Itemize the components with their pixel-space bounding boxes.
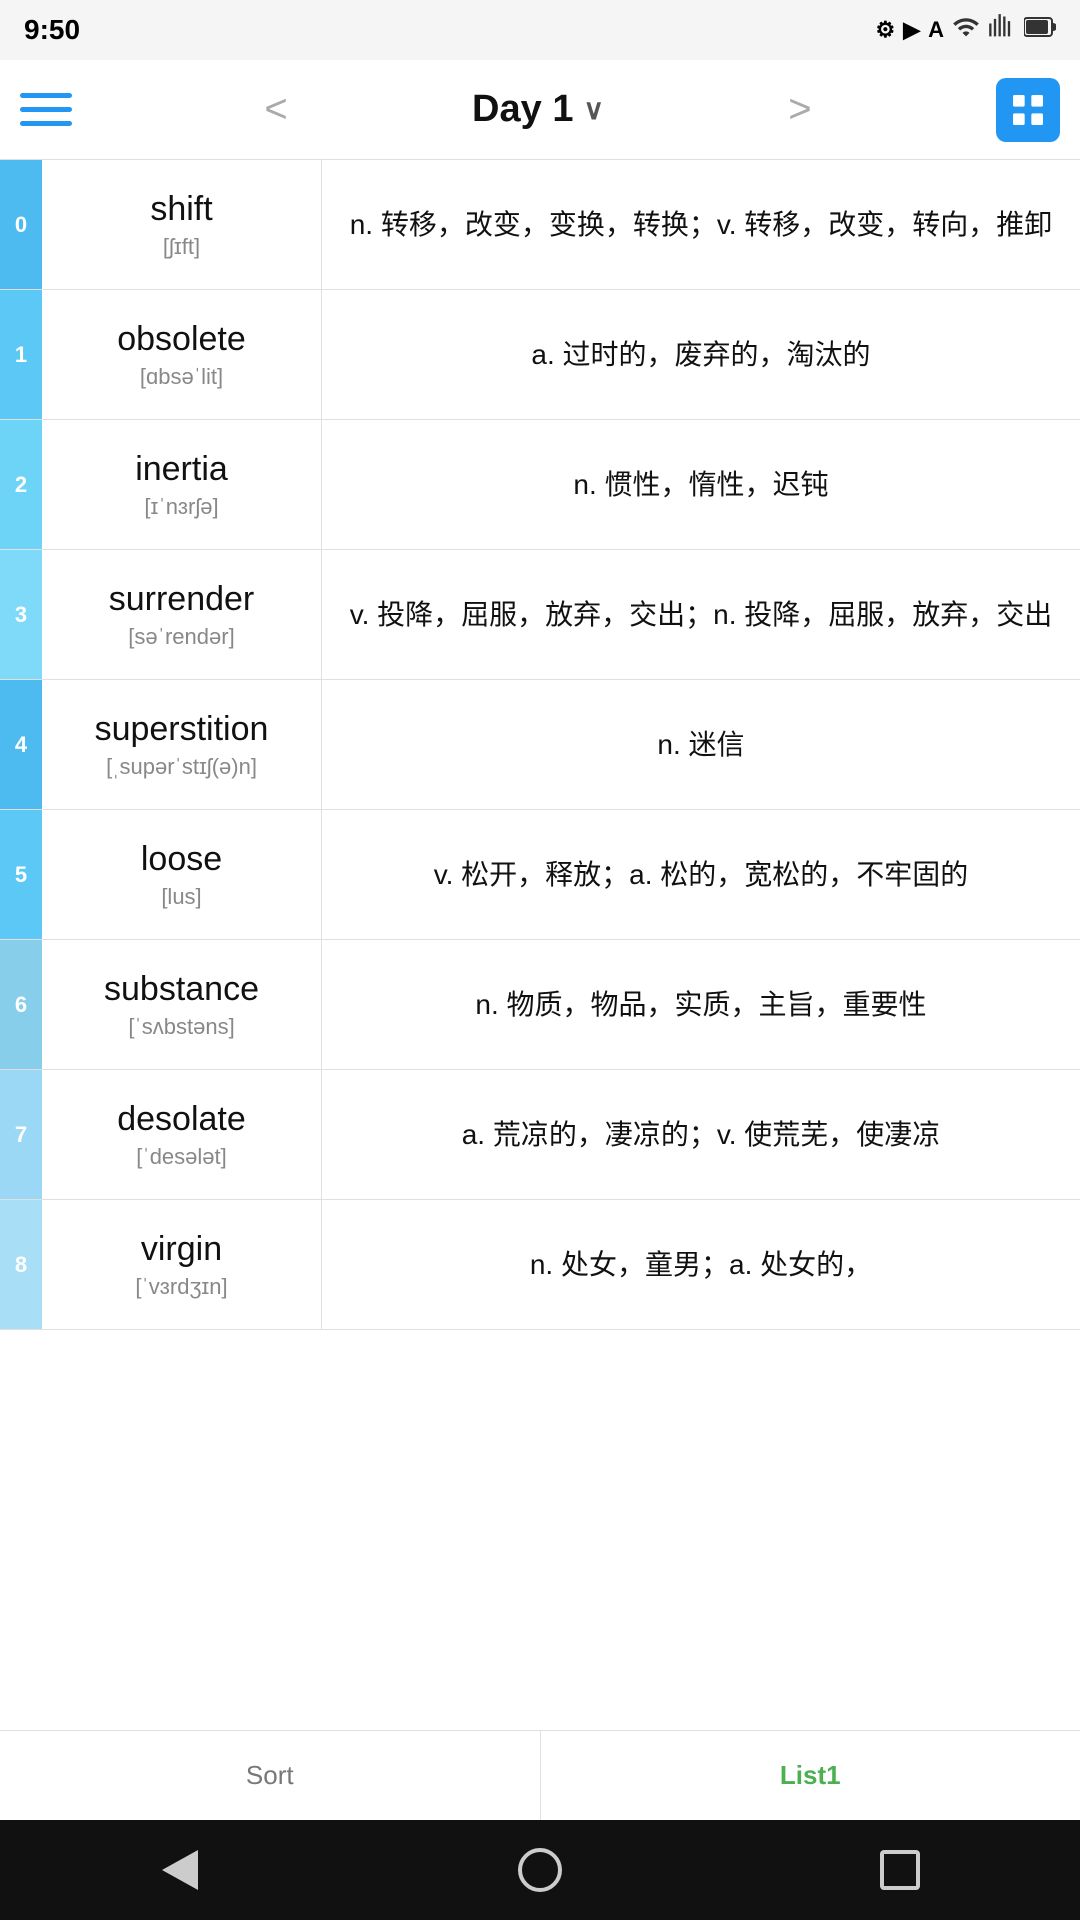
settings-icon: ⚙ [875, 17, 895, 43]
word-text: virgin [141, 1230, 222, 1269]
recent-button[interactable] [870, 1840, 930, 1900]
word-row[interactable]: 0 shift [ʃɪft] n. 转移，改变，变换，转换；v. 转移，改变，转向，推… [0, 160, 1080, 290]
word-text: obsolete [117, 320, 246, 359]
grid-icon [1008, 90, 1048, 130]
word-definition: n. 迷信 [322, 680, 1080, 809]
word-phonetic: [lus] [161, 884, 201, 910]
tab-item-list1[interactable]: List1 [541, 1731, 1080, 1820]
word-phonetic: [ʃɪft] [163, 234, 200, 260]
word-definition: a. 荒凉的，凄凉的；v. 使荒芜，使凄凉 [322, 1070, 1080, 1199]
prev-day-button[interactable]: < [254, 77, 297, 142]
word-phonetic: [ˈvɜrdʒɪn] [135, 1274, 227, 1300]
word-definition: n. 处女，童男；a. 处女的， [322, 1200, 1080, 1329]
word-text: shift [150, 190, 212, 229]
word-text: substance [104, 970, 259, 1009]
word-definition: a. 过时的，废弃的，淘汰的 [322, 290, 1080, 419]
recent-icon [880, 1850, 920, 1890]
word-column: loose [lus] [42, 810, 322, 939]
word-column: shift [ʃɪft] [42, 160, 322, 289]
bottom-tab-bar: Sort List1 [0, 1730, 1080, 1820]
word-phonetic: [ɪˈnɜrʃə] [144, 494, 218, 520]
text-icon: A [928, 17, 944, 43]
word-row[interactable]: 3 surrender [səˈrendər] v. 投降，屈服，放弃，交出；n. 投… [0, 550, 1080, 680]
status-bar: 9:50 ⚙ ▶ A [0, 0, 1080, 60]
word-row[interactable]: 8 virgin [ˈvɜrdʒɪn] n. 处女，童男；a. 处女的， [0, 1200, 1080, 1330]
menu-line-1 [20, 93, 72, 98]
nav-bar: < Day 1 ∨ > [0, 60, 1080, 160]
word-phonetic: [ˌsupərˈstɪʃ(ə)n] [106, 754, 257, 780]
row-index: 8 [0, 1200, 42, 1329]
wifi-icon [952, 13, 980, 47]
word-text: desolate [117, 1100, 246, 1139]
chevron-down-icon: ∨ [583, 93, 604, 126]
row-index: 7 [0, 1070, 42, 1199]
day-selector[interactable]: Day 1 ∨ [472, 88, 604, 131]
row-index: 1 [0, 290, 42, 419]
word-phonetic: [ˈdesələt] [136, 1144, 227, 1170]
word-column: desolate [ˈdesələt] [42, 1070, 322, 1199]
tab-item-sort[interactable]: Sort [0, 1731, 541, 1820]
word-row[interactable]: 1 obsolete [ɑbsəˈlit] a. 过时的，废弃的，淘汰的 [0, 290, 1080, 420]
word-definition: v. 松开，释放；a. 松的，宽松的，不牢固的 [322, 810, 1080, 939]
row-index: 2 [0, 420, 42, 549]
next-day-button[interactable]: > [778, 77, 821, 142]
grid-view-button[interactable] [996, 78, 1060, 142]
word-row[interactable]: 4 superstition [ˌsupərˈstɪʃ(ə)n] n. 迷信 [0, 680, 1080, 810]
word-row[interactable]: 2 inertia [ɪˈnɜrʃə] n. 惯性，惰性，迟钝 [0, 420, 1080, 550]
word-text: surrender [109, 580, 255, 619]
home-button[interactable] [510, 1840, 570, 1900]
word-text: loose [141, 840, 222, 879]
word-row[interactable]: 5 loose [lus] v. 松开，释放；a. 松的，宽松的，不牢固的 [0, 810, 1080, 940]
word-column: superstition [ˌsupərˈstɪʃ(ə)n] [42, 680, 322, 809]
menu-line-2 [20, 107, 72, 112]
row-index: 6 [0, 940, 42, 1069]
word-list: 0 shift [ʃɪft] n. 转移，改变，变换，转换；v. 转移，改变，转向，推… [0, 160, 1080, 1730]
word-row[interactable]: 6 substance [ˈsʌbstəns] n. 物质，物品，实质，主旨，重要性 [0, 940, 1080, 1070]
word-column: inertia [ɪˈnɜrʃə] [42, 420, 322, 549]
word-column: surrender [səˈrendər] [42, 550, 322, 679]
word-definition: n. 物质，物品，实质，主旨，重要性 [322, 940, 1080, 1069]
row-index: 4 [0, 680, 42, 809]
row-index: 5 [0, 810, 42, 939]
word-column: virgin [ˈvɜrdʒɪn] [42, 1200, 322, 1329]
word-phonetic: [səˈrendər] [128, 624, 234, 650]
word-phonetic: [ɑbsəˈlit] [140, 364, 223, 390]
word-text: superstition [95, 710, 269, 749]
row-index: 0 [0, 160, 42, 289]
word-column: substance [ˈsʌbstəns] [42, 940, 322, 1069]
back-button[interactable] [150, 1840, 210, 1900]
row-index: 3 [0, 550, 42, 679]
word-phonetic: [ˈsʌbstəns] [128, 1014, 234, 1040]
word-column: obsolete [ɑbsəˈlit] [42, 290, 322, 419]
word-row[interactable]: 7 desolate [ˈdesələt] a. 荒凉的，凄凉的；v. 使荒芜，使凄凉 [0, 1070, 1080, 1200]
word-definition: v. 投降，屈服，放弃，交出；n. 投降，屈服，放弃，交出 [322, 550, 1080, 679]
tab-label: List1 [780, 1760, 841, 1791]
word-definition: n. 转移，改变，变换，转换；v. 转移，改变，转向，推卸 [322, 160, 1080, 289]
signal-icon [988, 13, 1016, 47]
day-title: Day 1 [472, 88, 573, 131]
word-text: inertia [135, 450, 228, 489]
play-icon: ▶ [903, 17, 920, 43]
tab-label: Sort [246, 1760, 294, 1791]
back-icon [162, 1850, 198, 1890]
menu-line-3 [20, 121, 72, 126]
android-nav-bar [0, 1820, 1080, 1920]
battery-icon [1024, 17, 1056, 43]
word-definition: n. 惯性，惰性，迟钝 [322, 420, 1080, 549]
menu-button[interactable] [20, 80, 80, 140]
home-icon [518, 1848, 562, 1892]
status-time: 9:50 [24, 14, 80, 46]
